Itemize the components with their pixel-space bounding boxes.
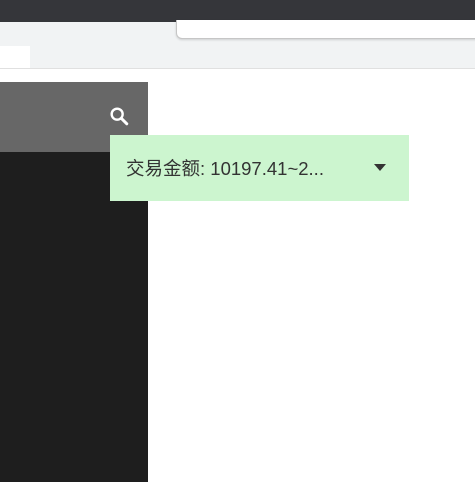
browser-toolbar bbox=[0, 20, 475, 69]
page: 交易金额: 10197.41~2... bbox=[0, 0, 475, 499]
amount-filter-label: 交易金额: 10197.41~2... bbox=[126, 158, 324, 179]
search-icon bbox=[108, 105, 130, 132]
browser-titlebar bbox=[0, 0, 475, 22]
caret-down-icon bbox=[374, 164, 386, 171]
browser-tab[interactable] bbox=[0, 46, 30, 68]
search-button[interactable] bbox=[106, 105, 132, 131]
amount-filter-dropdown[interactable]: 交易金额: 10197.41~2... bbox=[110, 135, 409, 201]
omnibox-dropdown[interactable] bbox=[176, 20, 475, 39]
